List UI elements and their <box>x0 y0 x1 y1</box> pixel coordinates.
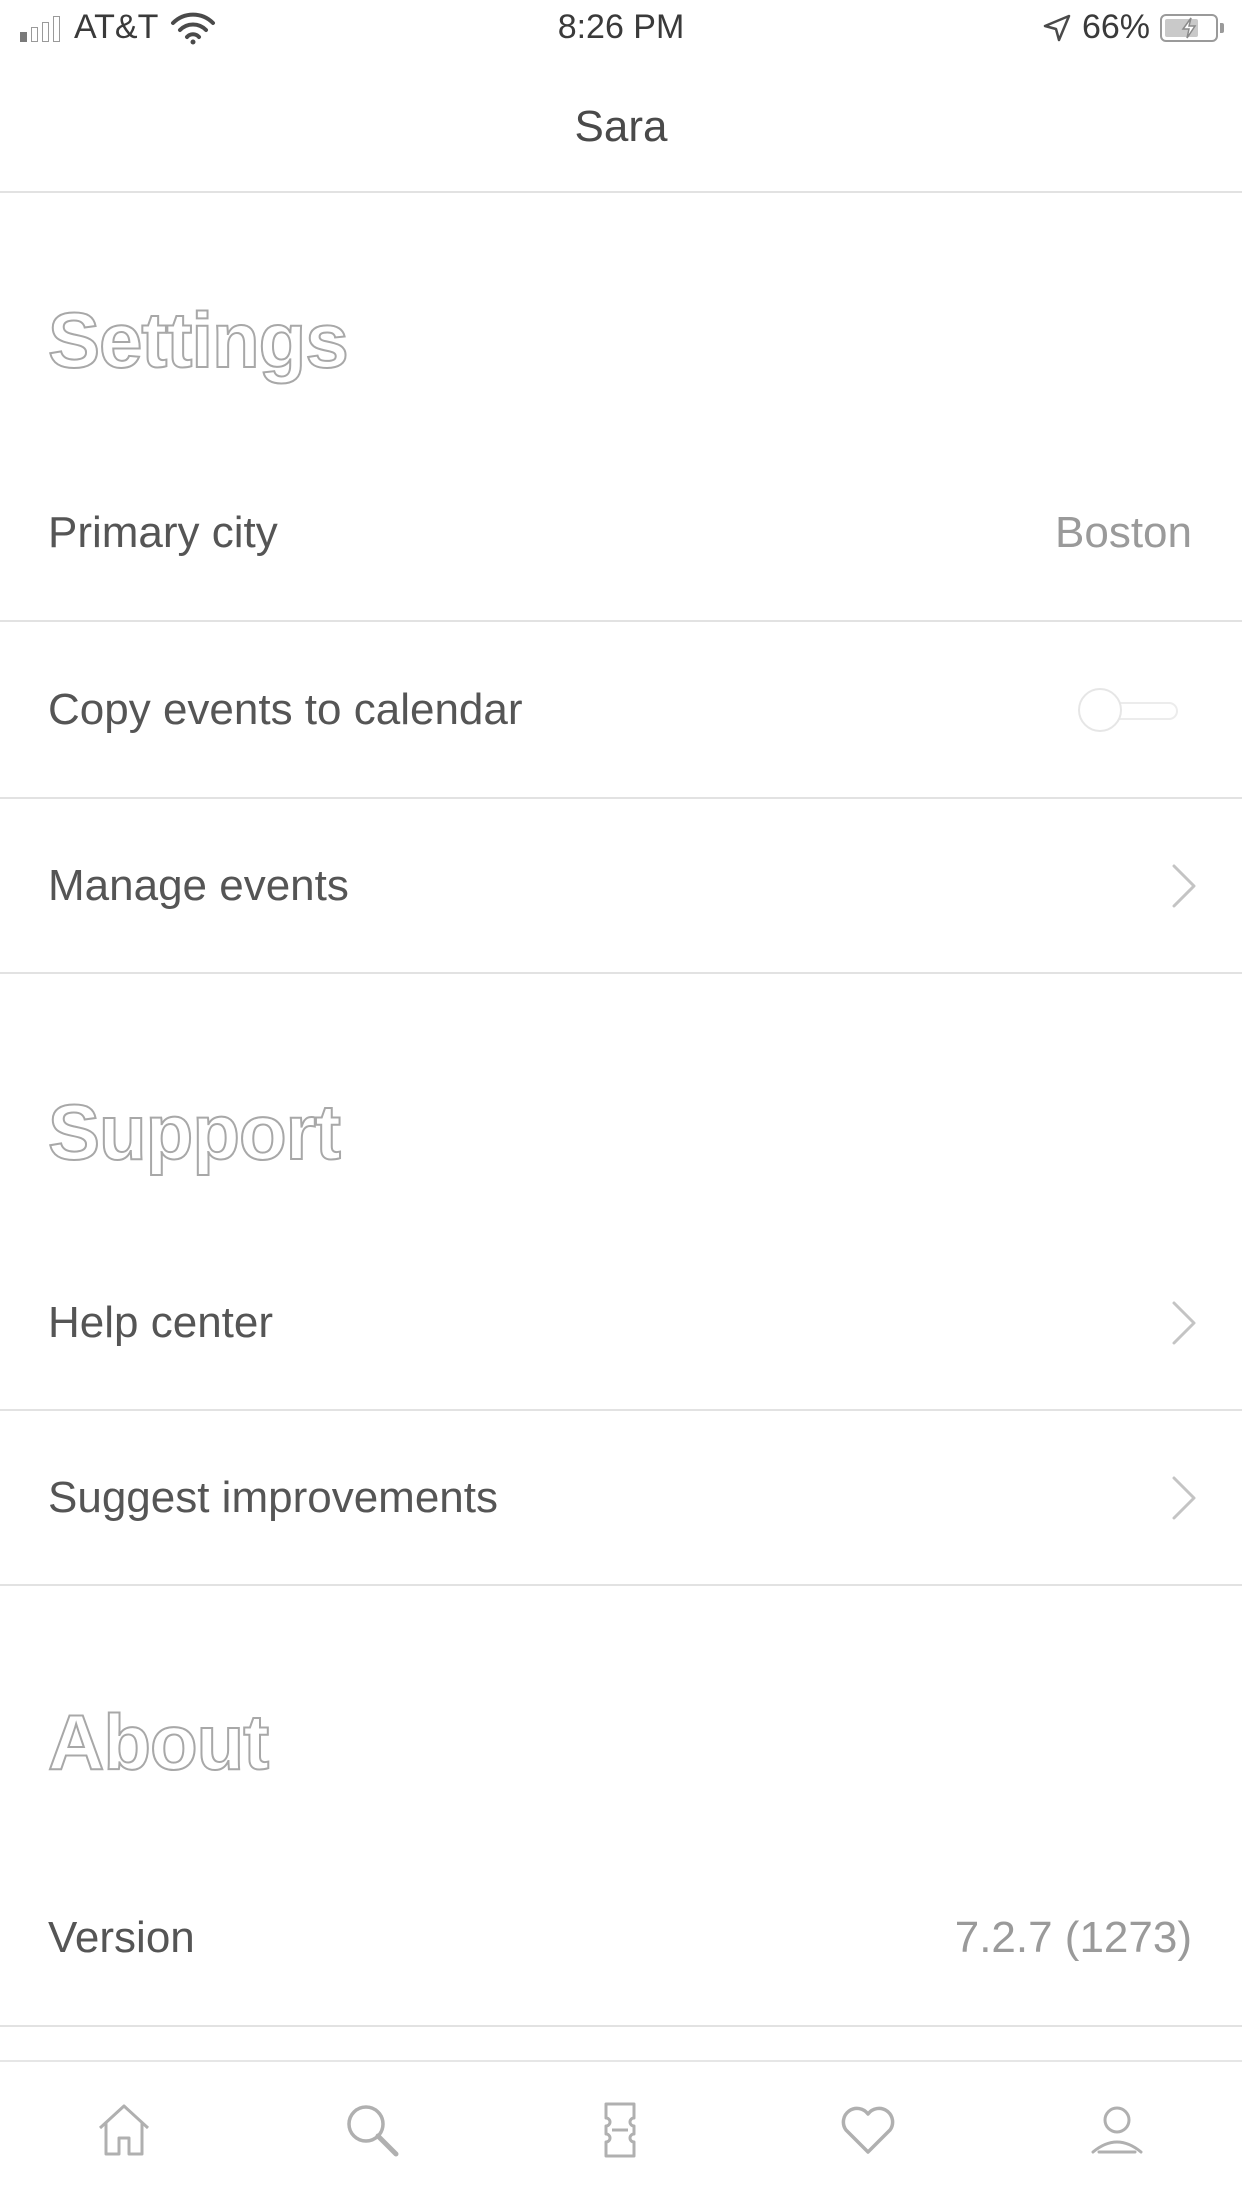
tab-bar <box>0 2060 1242 2208</box>
row-help-center[interactable]: Help center <box>0 1237 1242 1411</box>
row-version: Version 7.2.7 (1273) <box>0 1850 1242 2027</box>
section-title-about: About <box>47 1697 270 1787</box>
chevron-right-icon <box>1172 1301 1196 1345</box>
battery-percent: 66% <box>1081 8 1150 46</box>
tab-tickets[interactable] <box>496 2062 744 2208</box>
copy-events-toggle[interactable] <box>1078 687 1178 732</box>
row-suggest-improvements[interactable]: Suggest improvements <box>0 1411 1242 1586</box>
row-label: Primary city <box>48 507 278 557</box>
home-icon <box>98 2104 150 2156</box>
tab-home[interactable] <box>0 2062 248 2208</box>
chevron-right-icon <box>1172 864 1196 907</box>
row-primary-city[interactable]: Primary city Boston <box>0 445 1242 622</box>
row-copy-events: Copy events to calendar <box>0 622 1242 799</box>
nav-header: Sara <box>0 60 1242 193</box>
section-title-settings: Settings <box>47 295 350 385</box>
status-bar: AT&T 8:26 PM 66% <box>0 0 1242 60</box>
page-title: Sara <box>574 102 668 151</box>
search-icon <box>347 2105 399 2157</box>
row-label: Help center <box>48 1298 274 1347</box>
row-label: Copy events to calendar <box>48 684 523 734</box>
row-label: Manage events <box>48 860 349 910</box>
chevron-right-icon <box>1172 1476 1196 1519</box>
version-value: 7.2.7 (1273) <box>954 1912 1192 1962</box>
heart-icon <box>841 2106 895 2154</box>
row-label: Suggest improvements <box>48 1472 498 1522</box>
ticket-icon <box>604 2102 636 2158</box>
row-label: Version <box>48 1912 195 1962</box>
battery-icon <box>1160 13 1224 42</box>
tab-likes[interactable] <box>744 2062 992 2208</box>
status-right: 66% <box>1042 8 1224 47</box>
row-manage-events[interactable]: Manage events <box>0 799 1242 974</box>
tab-profile[interactable] <box>992 2062 1242 2208</box>
primary-city-value: Boston <box>1055 507 1192 557</box>
profile-icon <box>1091 2106 1143 2154</box>
location-arrow-icon <box>1043 14 1071 41</box>
section-title-support: Support <box>47 1087 342 1177</box>
tab-search[interactable] <box>248 2062 496 2208</box>
